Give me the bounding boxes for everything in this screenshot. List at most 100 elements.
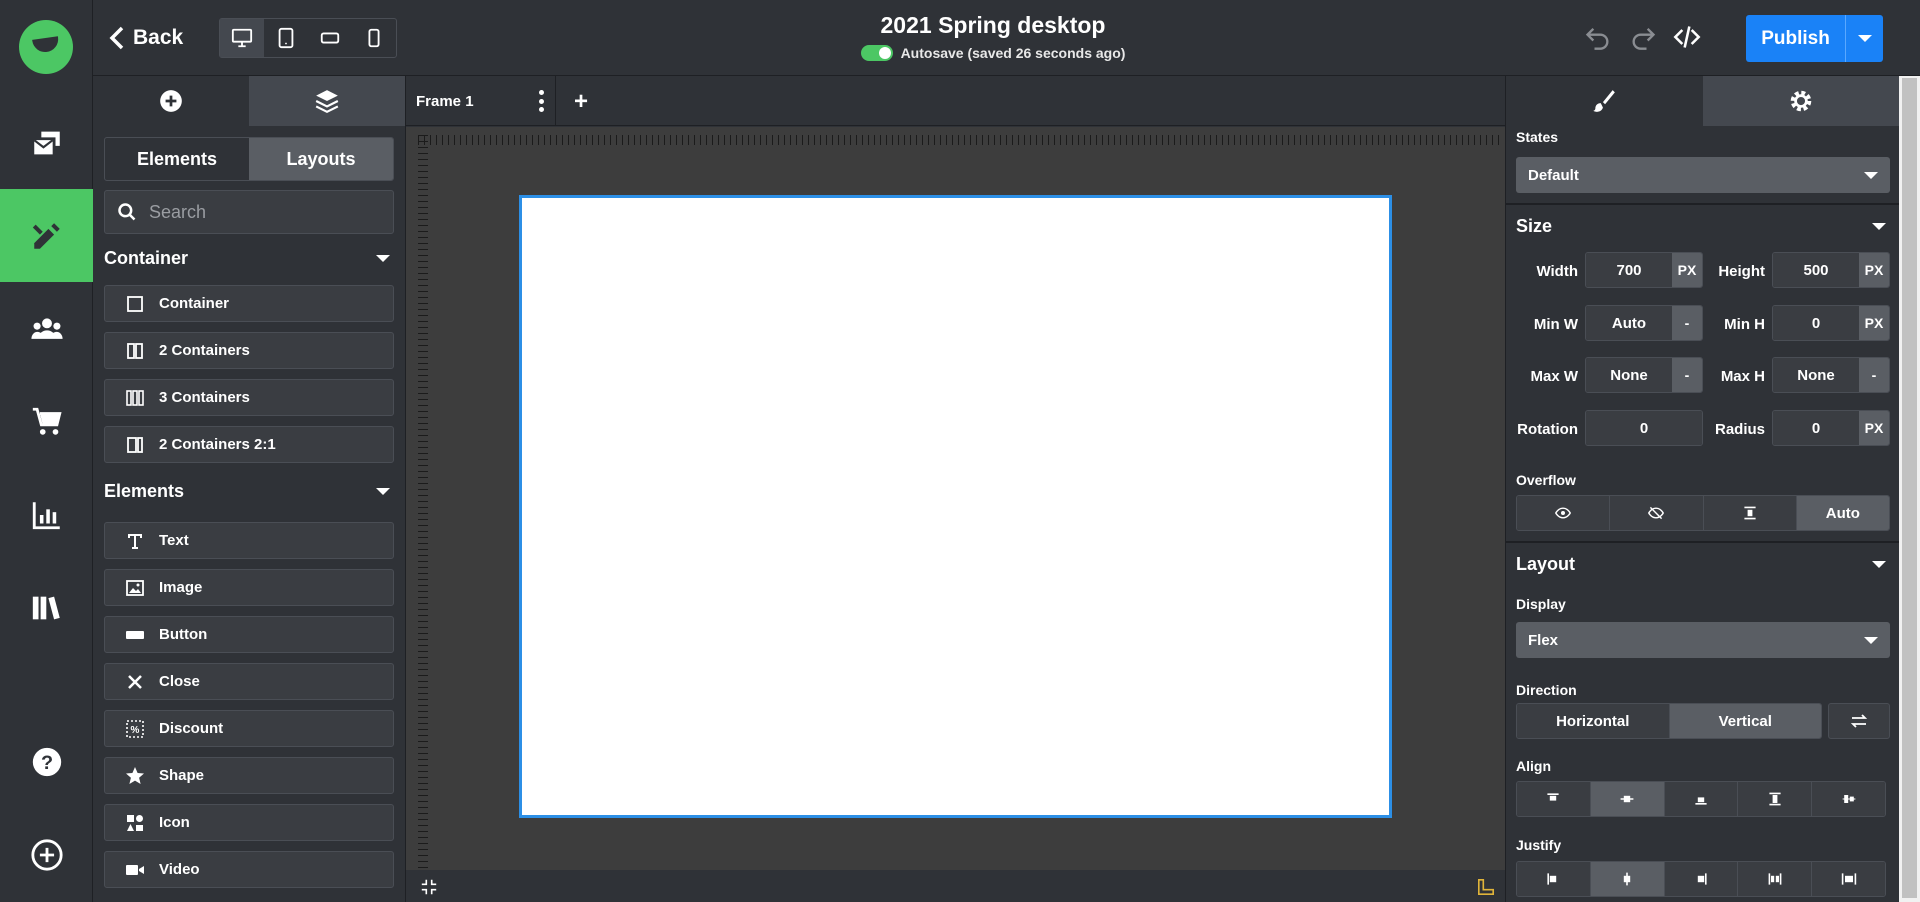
overflow-hidden-button[interactable]: [1610, 496, 1704, 530]
redo-button[interactable]: [1626, 20, 1660, 54]
right-panel-scrollbar[interactable]: [1899, 76, 1920, 902]
phone-landscape-icon: [320, 32, 340, 44]
image-element-item[interactable]: Image: [104, 569, 394, 606]
justify-space-around-button[interactable]: [1812, 862, 1885, 896]
align-baseline-button[interactable]: [1812, 782, 1885, 816]
size-section-header[interactable]: Size: [1516, 216, 1890, 237]
mobile-view-button[interactable]: [352, 19, 396, 57]
direction-vertical-button[interactable]: Vertical: [1669, 704, 1821, 738]
mobile-icon: [368, 28, 380, 48]
analytics-icon[interactable]: [0, 468, 93, 561]
tab-style[interactable]: [1506, 76, 1703, 126]
search-input[interactable]: [149, 201, 379, 223]
justify-center-button[interactable]: [1590, 862, 1665, 896]
frame-tab[interactable]: Frame 1: [406, 76, 556, 126]
layers-icon: [315, 90, 339, 114]
min-height-input[interactable]: 0: [1773, 306, 1859, 340]
ruler-icon[interactable]: [1477, 878, 1495, 896]
item-label: 2 Containers: [159, 342, 250, 359]
discount-element-item[interactable]: % Discount: [104, 710, 394, 747]
audience-icon[interactable]: [0, 282, 93, 375]
radius-input[interactable]: 0: [1773, 411, 1859, 445]
more-options-icon[interactable]: [539, 90, 545, 112]
height-input[interactable]: 500: [1773, 253, 1859, 287]
frame-tab-label: Frame 1: [416, 92, 474, 110]
video-element-item[interactable]: Video: [104, 851, 394, 888]
campaigns-icon[interactable]: [0, 96, 93, 189]
tab-add-elements[interactable]: [93, 76, 249, 126]
icon-element-item[interactable]: Icon: [104, 804, 394, 841]
max-height-unit[interactable]: -: [1859, 358, 1889, 392]
button-element-item[interactable]: Button: [104, 616, 394, 653]
min-height-unit[interactable]: PX: [1859, 306, 1889, 340]
height-unit[interactable]: PX: [1859, 253, 1889, 287]
align-end-button[interactable]: [1664, 782, 1739, 816]
layouts-tab-button[interactable]: Layouts: [249, 138, 393, 180]
undo-icon: [1585, 28, 1609, 50]
item-label: Shape: [159, 767, 205, 784]
container-item[interactable]: Container: [104, 285, 394, 322]
max-width-input[interactable]: None: [1586, 358, 1672, 392]
publish-button[interactable]: Publish: [1746, 15, 1846, 62]
fit-screen-icon[interactable]: [420, 878, 438, 896]
overflow-scroll-button[interactable]: [1703, 496, 1797, 530]
add-circle-icon[interactable]: [0, 808, 93, 901]
min-width-input[interactable]: Auto: [1586, 306, 1672, 340]
elements-tab-button[interactable]: Elements: [105, 138, 249, 180]
shape-element-item[interactable]: Shape: [104, 757, 394, 794]
icons-icon: [127, 814, 143, 831]
tab-layers[interactable]: [249, 76, 405, 126]
align-stretch-button[interactable]: [1738, 782, 1813, 816]
add-frame-button[interactable]: +: [574, 88, 588, 116]
rotation-input[interactable]: 0: [1586, 411, 1702, 445]
publish-button-group: Publish: [1746, 15, 1883, 62]
width-input[interactable]: 700: [1586, 253, 1672, 287]
display-select[interactable]: Flex: [1516, 622, 1890, 658]
align-center-button[interactable]: [1590, 782, 1665, 816]
image-icon: [126, 579, 144, 596]
back-button[interactable]: Back: [109, 22, 183, 54]
library-icon[interactable]: [0, 561, 93, 654]
justify-start-button[interactable]: [1517, 862, 1591, 896]
artboard-frame[interactable]: [519, 195, 1392, 818]
caret-down-icon: [1872, 223, 1886, 230]
width-label: Width: [1536, 263, 1578, 280]
states-select[interactable]: Default: [1516, 157, 1890, 193]
text-element-item[interactable]: Text: [104, 522, 394, 559]
tablet-view-button[interactable]: [264, 19, 308, 57]
elements-section-header[interactable]: Elements: [104, 477, 394, 505]
landscape-view-button[interactable]: [308, 19, 352, 57]
undo-button[interactable]: [1581, 20, 1615, 54]
radius-unit[interactable]: PX: [1859, 411, 1889, 445]
cart-icon[interactable]: [0, 375, 93, 468]
container-section-header[interactable]: Container: [104, 244, 394, 272]
app-logo[interactable]: [19, 20, 73, 74]
help-icon[interactable]: ?: [0, 715, 93, 808]
right-panel-tabs: [1506, 76, 1899, 126]
autosave-toggle[interactable]: [860, 45, 893, 61]
two-containers-item[interactable]: 2 Containers: [104, 332, 394, 369]
code-view-button[interactable]: [1670, 20, 1704, 54]
min-width-label: Min W: [1533, 316, 1578, 333]
three-containers-item[interactable]: 3 Containers: [104, 379, 394, 416]
reverse-direction-button[interactable]: [1828, 703, 1890, 739]
direction-horizontal-button[interactable]: Horizontal: [1517, 704, 1670, 738]
scrollbar-thumb[interactable]: [1902, 78, 1917, 898]
min-height-field: 0 PX: [1772, 305, 1890, 341]
max-height-input[interactable]: None: [1773, 358, 1859, 392]
design-editor-icon[interactable]: [0, 189, 93, 282]
justify-space-between-button[interactable]: [1738, 862, 1813, 896]
overflow-auto-button[interactable]: Auto: [1796, 496, 1889, 530]
close-element-item[interactable]: Close: [104, 663, 394, 700]
design-canvas[interactable]: [406, 127, 1505, 902]
two-containers-2-1-item[interactable]: 2 Containers 2:1: [104, 426, 394, 463]
justify-end-button[interactable]: [1664, 862, 1739, 896]
overflow-label: Overflow: [1516, 472, 1576, 488]
align-start-button[interactable]: [1517, 782, 1591, 816]
publish-options-button[interactable]: [1846, 15, 1883, 62]
campaign-title[interactable]: 2021 Spring desktop: [793, 12, 1193, 39]
desktop-view-button[interactable]: [220, 19, 264, 57]
overflow-visible-button[interactable]: [1517, 496, 1611, 530]
layout-section-header[interactable]: Layout: [1516, 554, 1890, 575]
tab-settings[interactable]: [1702, 76, 1899, 126]
